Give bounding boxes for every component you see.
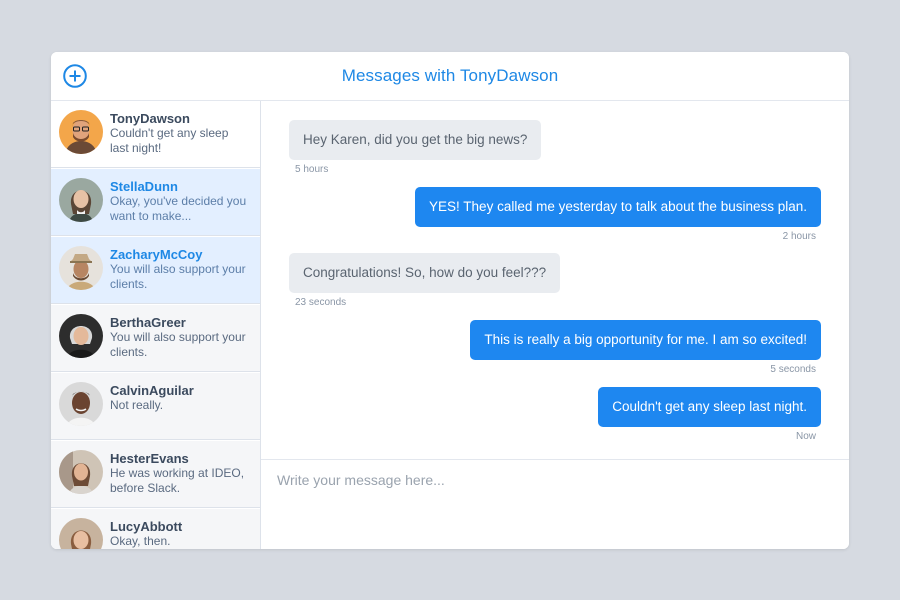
- page-title: Messages with TonyDawson: [341, 66, 559, 85]
- message-timestamp: 23 seconds: [295, 297, 347, 308]
- conversation-panel: Hey Karen, did you get the big news? 5 h…: [261, 101, 849, 459]
- contact-item-lucyabbott[interactable]: LucyAbbott Okay, then.: [51, 509, 260, 549]
- contact-item-zacharymccoy[interactable]: ZacharyMcCoy You will also support your …: [51, 237, 260, 304]
- message-timestamp: 5 seconds: [770, 364, 816, 375]
- avatar: [59, 450, 103, 494]
- message-bubble-incoming: Congratulations! So, how do you feel???: [289, 253, 561, 293]
- contact-name: HesterEvans: [110, 451, 189, 466]
- contact-preview: Okay, you've decided you want to make...: [110, 194, 247, 223]
- contact-item-stelladunn[interactable]: StellaDunn Okay, you've decided you want…: [51, 169, 260, 236]
- message-timestamp: 5 hours: [295, 164, 329, 175]
- contact-preview: Okay, then.: [110, 534, 171, 548]
- avatar: [59, 518, 103, 549]
- contact-preview: You will also support your clients.: [110, 330, 246, 359]
- messages-window: Messages with TonyDawson TonyDawson Coul…: [51, 52, 849, 549]
- contact-item-berthagreer[interactable]: BerthaGreer You will also support your c…: [51, 305, 260, 372]
- message-bubble-outgoing: This is really a big opportunity for me.…: [470, 320, 821, 360]
- contact-preview: Not really.: [110, 398, 164, 412]
- avatar: [59, 178, 103, 222]
- contact-name: TonyDawson: [110, 111, 190, 126]
- contact-name: StellaDunn: [110, 179, 178, 194]
- contact-preview: You will also support your clients.: [110, 262, 246, 291]
- avatar: [59, 110, 103, 154]
- avatar: [59, 314, 103, 358]
- contact-name: BerthaGreer: [110, 315, 186, 330]
- contact-name: CalvinAguilar: [110, 383, 194, 398]
- message-composer: [261, 459, 849, 549]
- message-timestamp: 2 hours: [782, 231, 816, 242]
- contact-name: ZacharyMcCoy: [110, 247, 203, 262]
- contact-preview: He was working at IDEO, before Slack.: [110, 466, 245, 495]
- contact-name: LucyAbbott: [110, 519, 183, 534]
- contact-item-tonydawson[interactable]: TonyDawson Couldn't get any sleep last n…: [51, 101, 260, 168]
- contact-item-hesterevans[interactable]: HesterEvans He was working at IDEO, befo…: [51, 441, 260, 508]
- header: Messages with TonyDawson: [51, 52, 849, 101]
- message-input[interactable]: [275, 466, 829, 494]
- contact-list: TonyDawson Couldn't get any sleep last n…: [51, 101, 261, 549]
- message-bubble-outgoing: Couldn't get any sleep last night.: [598, 387, 821, 427]
- contact-item-calvinaguilar[interactable]: CalvinAguilar Not really.: [51, 373, 260, 440]
- avatar: [59, 246, 103, 290]
- avatar: [59, 382, 103, 426]
- message-bubble-incoming: Hey Karen, did you get the big news?: [289, 120, 542, 160]
- message-timestamp: Now: [795, 431, 816, 442]
- message-bubble-outgoing: YES! They called me yesterday to talk ab…: [415, 187, 821, 227]
- contact-preview: Couldn't get any sleep last night!: [110, 126, 229, 155]
